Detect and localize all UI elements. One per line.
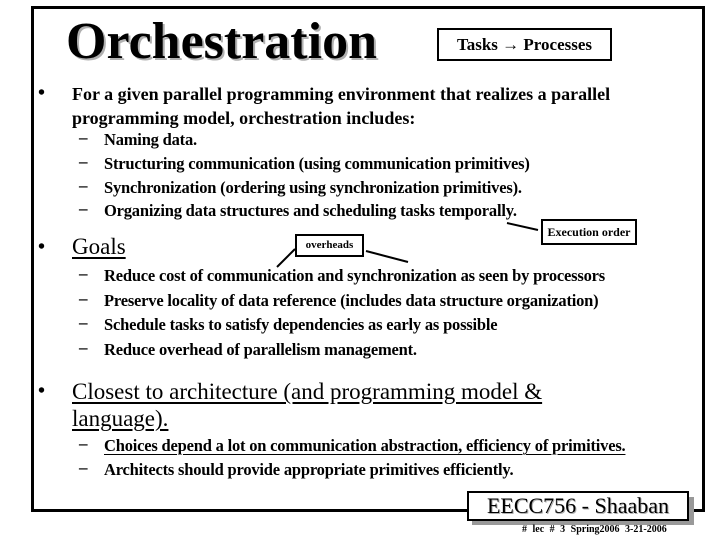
section-1-heading-line-2: programming model, orchestration include… [72, 108, 416, 128]
section-2-item: Schedule tasks to satisfy dependencies a… [104, 315, 498, 334]
dash-icon: – [79, 128, 88, 147]
section-1-item: Organizing data structures and schedulin… [104, 201, 517, 220]
overheads-callout: overheads [295, 234, 364, 257]
section-1-heading-line-1: For a given parallel programming environ… [72, 84, 611, 104]
section-2-heading: Goals [72, 234, 126, 259]
dash-icon: – [79, 152, 88, 171]
section-2-item: Reduce overhead of parallelism managemen… [104, 340, 417, 359]
section-3-item: Architects should provide appropriate pr… [104, 460, 514, 479]
section-3-heading-line-1: Closest to architecture (and programming… [72, 379, 543, 404]
lecture-meta: # lec # 3 Spring2006 3-21-2006 [522, 524, 667, 535]
dash-icon: – [79, 176, 88, 195]
dash-icon: – [79, 458, 88, 477]
section-2-item: Preserve locality of data reference (inc… [104, 291, 599, 310]
section-1-item: Synchronization (ordering using synchron… [104, 178, 522, 197]
slide-title: Orchestration [66, 13, 377, 70]
section-3-item: Choices depend a lot on communication ab… [104, 436, 626, 455]
tasks-processes-box: Tasks → Processes [437, 28, 612, 61]
execution-order-callout: Execution order [541, 219, 637, 245]
course-footer-box: EECC756 - Shaaban [467, 491, 689, 521]
section-2-item: Reduce cost of communication and synchro… [104, 266, 606, 285]
bullet-icon: • [38, 236, 46, 258]
dash-icon: – [79, 264, 88, 283]
section-1-item: Structuring communication (using communi… [104, 154, 530, 173]
bullet-icon: • [38, 380, 46, 402]
dash-icon: – [79, 434, 88, 453]
bullet-icon: • [38, 82, 46, 104]
dash-icon: – [79, 313, 88, 332]
dash-icon: – [79, 289, 88, 308]
section-3-heading-line-2: language). [72, 406, 169, 431]
dash-icon: – [79, 338, 88, 357]
dash-icon: – [79, 199, 88, 218]
section-1-item: Naming data. [104, 130, 197, 149]
